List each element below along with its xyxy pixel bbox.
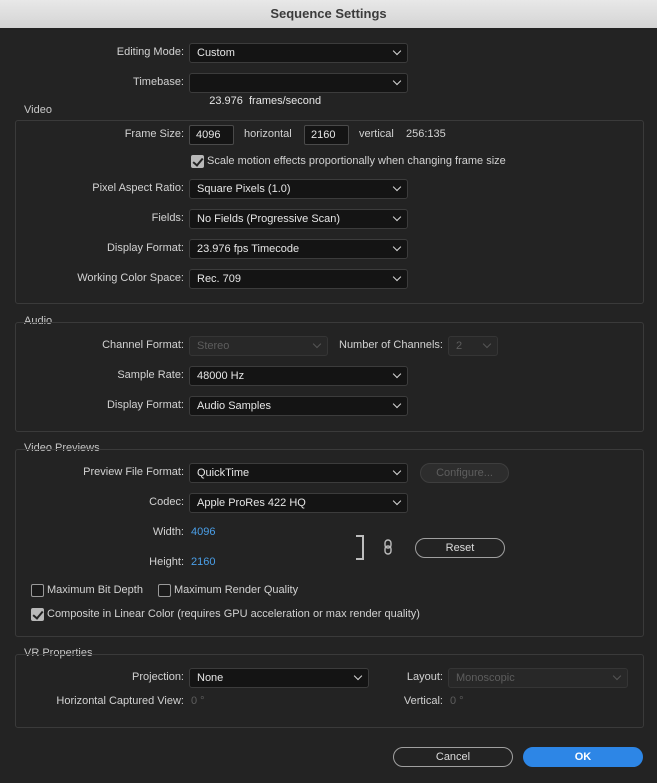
projection-label: Projection: <box>132 671 184 683</box>
layout-value: Monoscopic <box>456 672 515 684</box>
chevron-down-icon <box>392 464 401 482</box>
vr-group <box>15 654 644 728</box>
audio-display-format-value: Audio Samples <box>197 400 271 412</box>
chevron-down-icon <box>392 210 401 228</box>
layout-select[interactable]: Monoscopic <box>448 668 628 688</box>
chevron-down-icon <box>392 240 401 258</box>
cancel-button[interactable]: Cancel <box>393 747 513 767</box>
projection-value: None <box>197 672 224 684</box>
max-bit-depth-checkbox[interactable] <box>31 584 44 597</box>
ok-button[interactable]: OK <box>523 747 643 767</box>
fields-select[interactable]: No Fields (Progressive Scan) <box>189 209 408 229</box>
projection-select[interactable]: None <box>189 668 369 688</box>
codec-select[interactable]: Apple ProRes 422 HQ <box>189 493 408 513</box>
chain-link-icon[interactable] <box>383 539 393 555</box>
audio-display-format-label: Display Format: <box>106 399 184 411</box>
pixel-aspect-ratio-label: Pixel Aspect Ratio: <box>92 182 184 194</box>
chevron-down-icon <box>312 337 321 355</box>
sample-rate-label: Sample Rate: <box>117 369 184 381</box>
channel-format-label: Channel Format: <box>102 339 184 351</box>
pixel-aspect-ratio-select[interactable]: Square Pixels (1.0) <box>189 179 408 199</box>
scale-motion-checkbox[interactable] <box>191 155 204 168</box>
codec-value: Apple ProRes 422 HQ <box>197 497 306 509</box>
editing-mode-label: Editing Mode: <box>116 46 184 58</box>
preview-height-label: Height: <box>149 556 184 568</box>
configure-button[interactable]: Configure... <box>420 463 509 483</box>
timebase-label: Timebase: <box>133 76 184 88</box>
editing-mode-value: Custom <box>197 47 235 59</box>
chevron-down-icon <box>612 669 621 687</box>
chevron-down-icon <box>392 180 401 198</box>
audio-display-format-select[interactable]: Audio Samples <box>189 396 408 416</box>
sequence-settings-dialog: Editing Mode: Custom Timebase: 23.976 fr… <box>0 28 657 783</box>
timebase-value: 23.976 frames/second <box>209 95 322 107</box>
vertical-label: vertical <box>359 128 394 140</box>
channel-format-value: Stereo <box>197 340 230 352</box>
working-color-space-select[interactable]: Rec. 709 <box>189 269 408 289</box>
max-render-quality-checkbox[interactable] <box>158 584 171 597</box>
composite-linear-checkbox[interactable] <box>31 608 44 621</box>
chevron-down-icon <box>392 44 401 62</box>
frame-height-input[interactable]: 2160 <box>304 125 349 145</box>
number-of-channels-select[interactable]: 2 <box>448 336 498 356</box>
timebase-select[interactable]: 23.976 frames/second <box>189 73 408 107</box>
number-of-channels-value: 2 <box>456 340 463 352</box>
video-display-format-value: 23.976 fps Timecode <box>197 243 300 255</box>
chevron-down-icon <box>392 270 401 288</box>
layout-label: Layout: <box>406 671 443 683</box>
max-bit-depth-label: Maximum Bit Depth <box>47 584 143 596</box>
chevron-down-icon <box>353 669 362 687</box>
fields-label: Fields: <box>151 212 184 224</box>
preview-file-format-value: QuickTime <box>197 467 250 479</box>
chevron-down-icon <box>392 74 401 92</box>
frame-width-input[interactable]: 4096 <box>189 125 234 145</box>
preview-width-label: Width: <box>152 526 184 538</box>
scale-motion-label: Scale motion effects proportionally when… <box>207 155 506 167</box>
vr-vertical-label: Vertical: <box>403 695 443 707</box>
working-color-space-label: Working Color Space: <box>77 272 184 284</box>
frame-size-label: Frame Size: <box>124 128 184 140</box>
window-title: Sequence Settings <box>270 6 387 21</box>
horizontal-view-value[interactable]: 0 ° <box>191 695 205 707</box>
video-section-title: Video <box>24 104 52 116</box>
vr-vertical-value[interactable]: 0 ° <box>450 695 464 707</box>
link-bracket-icon <box>356 535 364 560</box>
sample-rate-select[interactable]: 48000 Hz <box>189 366 408 386</box>
pixel-aspect-ratio-value: Square Pixels (1.0) <box>197 183 291 195</box>
title-bar: Sequence Settings <box>0 0 657 29</box>
video-display-format-label: Display Format: <box>106 242 184 254</box>
working-color-space-value: Rec. 709 <box>197 273 242 285</box>
horizontal-label: horizontal <box>244 128 292 140</box>
editing-mode-select[interactable]: Custom <box>189 43 408 63</box>
reset-button[interactable]: Reset <box>415 538 505 558</box>
preview-file-format-select[interactable]: QuickTime <box>189 463 408 483</box>
channel-format-select[interactable]: Stereo <box>189 336 328 356</box>
preview-width-value[interactable]: 4096 <box>191 526 215 538</box>
sample-rate-value: 48000 Hz <box>197 370 245 382</box>
preview-file-format-label: Preview File Format: <box>83 466 184 478</box>
codec-label: Codec: <box>149 496 184 508</box>
horizontal-view-label: Horizontal Captured View: <box>56 695 184 707</box>
fields-value: No Fields (Progressive Scan) <box>197 213 341 225</box>
aspect-ratio-readout: 256:135 <box>406 128 446 140</box>
chevron-down-icon <box>482 337 491 355</box>
chevron-down-icon <box>392 367 401 385</box>
number-of-channels-label: Number of Channels: <box>339 339 443 351</box>
chevron-down-icon <box>392 494 401 512</box>
chevron-down-icon <box>392 397 401 415</box>
preview-height-value[interactable]: 2160 <box>191 556 215 568</box>
video-display-format-select[interactable]: 23.976 fps Timecode <box>189 239 408 259</box>
composite-linear-label: Composite in Linear Color (requires GPU … <box>47 608 420 620</box>
max-render-quality-label: Maximum Render Quality <box>174 584 299 596</box>
